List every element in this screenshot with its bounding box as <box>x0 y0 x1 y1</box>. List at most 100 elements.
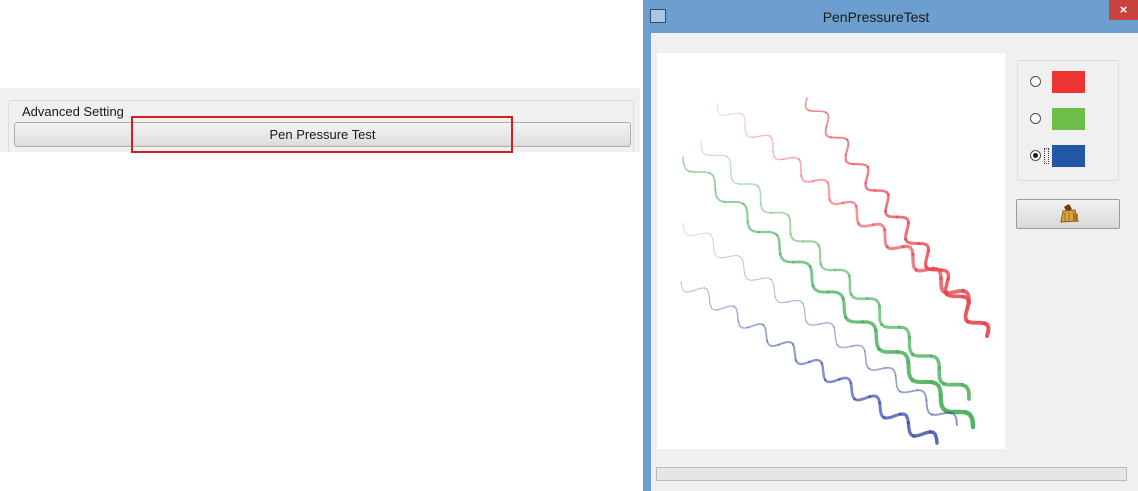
pen-stroke-segment <box>904 221 910 241</box>
pen-stroke-segment <box>828 198 845 206</box>
pen-stroke-segment <box>746 220 761 234</box>
pen-stroke-segment <box>747 323 765 329</box>
pen-stroke-segment <box>801 240 820 247</box>
pen-stroke-segment <box>713 247 723 259</box>
pen-stroke-segment <box>906 421 916 438</box>
pen-stroke-segment <box>864 182 877 192</box>
pen-stroke-segment <box>910 352 933 358</box>
pen-stroke-segment <box>849 293 869 301</box>
pen-stroke-segment <box>733 305 740 322</box>
pen-stroke-segment <box>795 359 811 366</box>
pen-stroke-segment <box>775 233 782 256</box>
pen-stroke-segment <box>878 401 886 420</box>
pen-stroke-segment <box>844 153 854 166</box>
pen-stroke-segment <box>871 222 887 232</box>
pen-stroke-segment <box>739 255 745 273</box>
window-title: PenPressureTest <box>822 9 930 25</box>
pen-stroke-segment <box>687 287 705 293</box>
color-option-red[interactable] <box>1030 71 1100 93</box>
pen-stroke-segment <box>877 347 899 354</box>
pen-stroke-segment <box>895 350 911 365</box>
green-radio[interactable] <box>1030 113 1041 124</box>
color-option-blue[interactable] <box>1030 145 1100 167</box>
pen-stroke-segment <box>700 140 708 156</box>
focus-indicator <box>1044 148 1049 164</box>
pen-stroke-segment <box>963 305 970 324</box>
pen-stroke-segment <box>682 222 691 236</box>
pen-stroke-segment <box>916 389 928 402</box>
pen-stroke-segment <box>849 381 856 401</box>
pen-stroke-segment <box>703 287 711 302</box>
pen-stroke-segment <box>762 324 768 342</box>
pen-stroke-segment <box>804 97 811 112</box>
pen-strokes <box>680 97 991 445</box>
pen-stroke-segment <box>797 158 803 177</box>
pen-stroke-segment <box>867 367 887 371</box>
pen-stroke-segment <box>817 244 822 266</box>
pen-stroke-segment <box>911 252 918 272</box>
pen-stroke-segment <box>757 230 779 237</box>
title-bar[interactable]: PenPressureTest × <box>643 0 1138 33</box>
pen-stroke-segment <box>882 412 902 420</box>
pen-stroke-segment <box>830 136 849 141</box>
pen-stroke-segment <box>770 211 790 217</box>
pen-stroke-segment <box>901 244 915 256</box>
pen-stroke-segment <box>907 335 915 357</box>
pen-stroke-segment <box>853 395 872 402</box>
pen-stroke-segment <box>739 112 746 128</box>
pen-stroke-segment <box>873 189 890 196</box>
pen-stroke-segment <box>778 252 795 264</box>
pen-stroke-segment <box>717 305 735 311</box>
pen-pressure-test-window: PenPressureTest × <box>643 0 1138 491</box>
pen-stroke-segment <box>689 170 711 174</box>
pen-stroke-segment <box>894 374 902 393</box>
pen-stroke-segment <box>982 321 991 338</box>
pen-stroke-segment <box>811 178 829 184</box>
pen-stroke-segment <box>912 430 932 438</box>
pen-stroke-segment <box>941 382 965 387</box>
blue-radio[interactable] <box>1030 150 1041 161</box>
pen-stroke-segment <box>791 342 798 362</box>
pen-stroke-segment <box>904 237 921 245</box>
pen-stroke-segment <box>706 154 727 157</box>
pen-stroke-segment <box>823 378 841 384</box>
pen-stroke-segment <box>819 322 835 328</box>
pen-stroke-segment <box>937 366 946 386</box>
red-swatch <box>1052 71 1085 93</box>
pen-stroke-segment <box>742 202 749 223</box>
pen-stroke-segment <box>811 284 830 294</box>
pen-stroke-segment <box>825 111 830 128</box>
pen-stroke-segment <box>910 378 934 385</box>
pen-stroke-segment <box>826 290 845 300</box>
pen-stroke-segment <box>833 268 851 278</box>
pen-stroke-segment <box>738 183 759 187</box>
pen-stroke-segment <box>714 188 726 203</box>
close-button[interactable]: × <box>1109 0 1138 20</box>
pen-stroke-segment <box>689 232 709 236</box>
red-radio[interactable] <box>1030 76 1041 87</box>
pen-stroke-segment <box>925 399 933 416</box>
pen-stroke-segment <box>777 340 794 346</box>
pen-stroke-segment <box>781 156 800 161</box>
pen-stroke-segment <box>948 411 958 426</box>
pen-stroke-segment <box>897 325 911 339</box>
color-option-green[interactable] <box>1030 108 1100 130</box>
pen-stroke-segment <box>721 254 741 259</box>
pen-stroke-segment <box>743 271 756 281</box>
pen-stroke-segment <box>808 264 815 288</box>
clear-canvas-button[interactable] <box>1016 199 1120 229</box>
pen-stroke-segment <box>756 184 762 204</box>
highlight-annotation <box>131 116 513 153</box>
drawing-canvas[interactable] <box>657 53 1005 449</box>
pen-stroke-segment <box>754 277 772 281</box>
pen-stroke-segment <box>864 350 870 370</box>
pen-stroke-segment <box>769 135 774 153</box>
color-selector-group <box>1017 60 1119 181</box>
pen-stroke-segment <box>808 109 827 114</box>
pen-stroke-segment <box>838 376 853 385</box>
pen-stroke-segment <box>938 392 949 414</box>
pen-stroke-segment <box>928 430 939 445</box>
pen-stroke-segment <box>772 150 784 161</box>
pen-stroke-segment <box>884 366 897 377</box>
pen-stroke-segment <box>824 125 832 139</box>
